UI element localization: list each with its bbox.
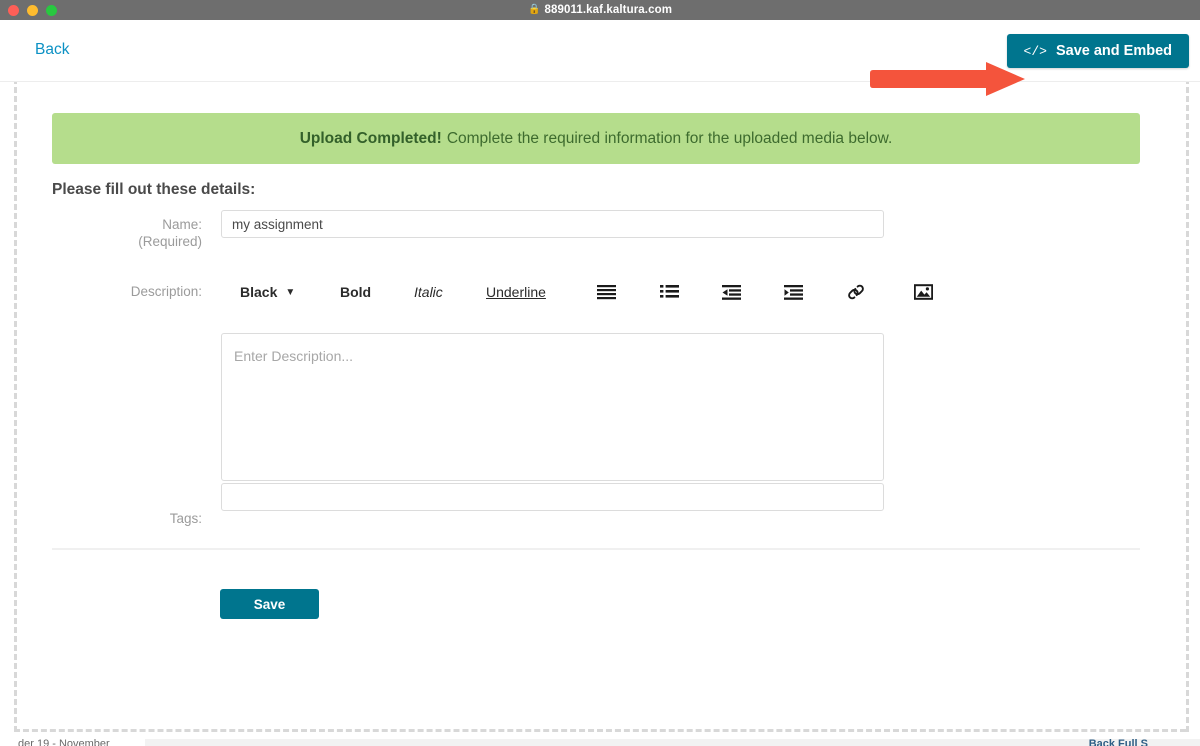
page-header: Back </> Save and Embed: [0, 20, 1200, 96]
traffic-light-controls: [8, 0, 57, 20]
tags-input[interactable]: [221, 483, 884, 511]
dashed-boundary-bottom: [14, 729, 1186, 732]
window-title-text: 889011.kaf.kaltura.com: [544, 4, 673, 16]
banner-message: Complete the required information for th…: [446, 129, 893, 147]
insert-link-button[interactable]: [844, 280, 868, 304]
bulleted-list-button[interactable]: [657, 280, 681, 304]
bold-button[interactable]: Bold: [340, 278, 371, 306]
underline-button[interactable]: Underline: [486, 278, 546, 306]
window-title: 🔒 889011.kaf.kaltura.com: [528, 4, 672, 16]
window-titlebar: 🔒 889011.kaf.kaltura.com: [0, 0, 1200, 20]
code-brackets-icon: </>: [1023, 43, 1047, 59]
text-color-dropdown[interactable]: Black ▼: [240, 278, 295, 306]
insert-image-button[interactable]: [911, 280, 935, 304]
rich-text-toolbar: Black ▼ Bold Italic Underline: [221, 278, 951, 306]
dashed-boundary-right: [1186, 60, 1189, 732]
tags-label-text: Tags:: [169, 511, 202, 526]
dashed-boundary-left: [14, 60, 17, 732]
bulleted-list-icon: [659, 284, 679, 298]
browser-window: 🔒 889011.kaf.kaltura.com Back </> Save a…: [0, 0, 1200, 746]
form-title: Please fill out these details:: [52, 181, 256, 198]
save-and-embed-button[interactable]: </> Save and Embed: [1006, 34, 1189, 68]
bottom-strip-background: [145, 739, 1200, 746]
indent-icon: [783, 284, 803, 300]
description-input[interactable]: [221, 333, 884, 481]
chevron-down-icon: ▼: [285, 286, 296, 298]
outdent-icon: [721, 284, 741, 300]
name-input[interactable]: [221, 210, 884, 238]
bottom-strip-right-text: Back Full S: [1088, 739, 1148, 746]
name-label-text: Name:: [162, 217, 202, 232]
maximize-window-button[interactable]: [46, 4, 57, 16]
image-icon: [913, 284, 933, 300]
numbered-list-button[interactable]: [594, 280, 618, 304]
save-button[interactable]: Save: [220, 589, 319, 619]
bottom-cutoff-strip: der 19 - November Back Full S: [0, 739, 1200, 746]
name-field-label: Name: (Required): [60, 216, 202, 250]
name-required-note: (Required): [138, 234, 202, 249]
indent-button[interactable]: [781, 280, 805, 304]
description-label-text: Description:: [130, 284, 202, 299]
banner-strong-text: Upload Completed!: [299, 129, 442, 147]
back-link[interactable]: Back: [35, 41, 69, 59]
text-color-value: Black: [240, 284, 278, 300]
tags-field-label: Tags:: [60, 510, 202, 527]
outdent-button[interactable]: [719, 280, 743, 304]
lock-icon: 🔒: [527, 3, 541, 15]
upload-completed-banner: Upload Completed! Complete the required …: [52, 113, 1140, 164]
bottom-strip-left-text: der 19 - November: [18, 739, 110, 746]
link-icon: [848, 284, 864, 300]
numbered-list-icon: [596, 284, 616, 299]
page-content: Back </> Save and Embed Upload Completed…: [0, 20, 1200, 746]
description-field-label: Description:: [60, 283, 202, 300]
form-divider: [52, 548, 1140, 550]
close-window-button[interactable]: [8, 4, 19, 16]
save-and-embed-label: Save and Embed: [1055, 43, 1172, 59]
italic-button[interactable]: Italic: [414, 278, 443, 306]
red-arrow-annotation: [870, 62, 1025, 96]
minimize-window-button[interactable]: [27, 4, 38, 16]
